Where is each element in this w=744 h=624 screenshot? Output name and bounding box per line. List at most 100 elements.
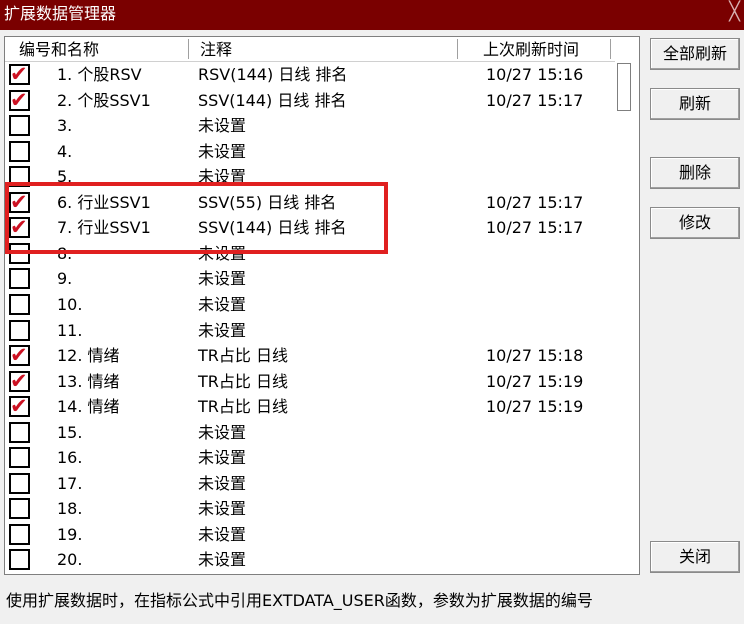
list-item[interactable]: ✔ 2. 个股SSV1 SSV(144) 日线 排名 10/27 15:17 — [5, 87, 615, 114]
list-item[interactable]: ✔ 14. 情绪 TR占比 日线 10/27 15:19 — [5, 394, 615, 420]
row-checkbox[interactable] — [9, 523, 30, 545]
status-hint-text: 使用扩展数据时，在指标公式中引用EXTDATA_USER函数，参数为扩展数据的编… — [6, 591, 593, 610]
row-name: 4. — [57, 141, 73, 161]
row-comment: RSV(144) 日线 排名 — [198, 65, 348, 84]
row-name: 6. 行业SSV1 — [57, 192, 151, 212]
list-item[interactable]: 4. 未设置 — [5, 140, 615, 165]
row-checkbox[interactable] — [9, 293, 30, 315]
list-item[interactable]: 19. 未设置 — [5, 523, 615, 548]
row-checkbox[interactable]: ✔ — [9, 87, 30, 112]
row-name: 10. — [57, 294, 83, 314]
delete-button[interactable]: 删除 — [650, 157, 740, 189]
row-comment: 未设置 — [198, 141, 247, 161]
column-header-name[interactable]: 编号和名称 — [19, 37, 99, 61]
list-item[interactable]: 16. 未设置 — [5, 446, 615, 471]
row-comment: 未设置 — [198, 243, 247, 263]
list-item[interactable]: 5. 未设置 — [5, 165, 615, 190]
refresh-all-button[interactable]: 全部刷新 — [650, 38, 740, 70]
row-comment: 未设置 — [198, 269, 247, 289]
list-item[interactable]: ✔ 6. 行业SSV1 SSV(55) 日线 排名 10/27 15:17 — [5, 189, 615, 216]
row-name: 19. — [57, 524, 83, 544]
column-header-comment[interactable]: 注释 — [200, 37, 232, 61]
row-checkbox[interactable]: ✔ — [9, 215, 30, 240]
list-header: 编号和名称 注释 上次刷新时间 — [5, 37, 615, 61]
row-checkbox[interactable]: ✔ — [9, 394, 30, 418]
row-comment: 未设置 — [198, 448, 247, 468]
row-name: 18. — [57, 499, 83, 519]
row-refresh-time: 10/27 15:17 — [486, 192, 584, 212]
list-item[interactable]: 18. 未设置 — [5, 497, 615, 522]
row-refresh-time: 10/27 15:18 — [486, 346, 584, 366]
row-comment: 未设置 — [198, 499, 247, 519]
row-name: 7. 行业SSV1 — [57, 218, 151, 238]
list-item[interactable]: 20. 未设置 — [5, 548, 615, 573]
close-button[interactable]: 关闭 — [650, 541, 740, 573]
row-comment: 未设置 — [198, 320, 247, 340]
list-item[interactable]: ✔ 13. 情绪 TR占比 日线 10/27 15:19 — [5, 368, 615, 395]
list-item[interactable]: 3. 未设置 — [5, 114, 615, 139]
checkmark-icon: ✔ — [10, 189, 28, 214]
row-checkbox[interactable]: ✔ — [9, 343, 30, 368]
list-item[interactable]: 9. 未设置 — [5, 267, 615, 292]
close-icon[interactable]: ╳ — [729, 1, 740, 23]
column-divider[interactable] — [610, 39, 611, 59]
vertical-scrollbar[interactable] — [617, 63, 631, 113]
row-name: 16. — [57, 448, 83, 468]
row-checkbox[interactable] — [9, 549, 30, 571]
row-comment: SSV(144) 日线 排名 — [198, 218, 347, 238]
list-item[interactable]: 10. 未设置 — [5, 293, 615, 318]
list-item[interactable]: ✔ 7. 行业SSV1 SSV(144) 日线 排名 10/27 15:17 — [5, 215, 615, 241]
row-checkbox[interactable] — [9, 268, 30, 290]
row-comment: TR占比 日线 — [198, 397, 288, 417]
row-checkbox[interactable] — [9, 421, 30, 443]
refresh-button[interactable]: 刷新 — [650, 88, 740, 120]
row-name: 15. — [57, 422, 83, 442]
row-checkbox[interactable] — [9, 447, 30, 469]
scrollbar-thumb[interactable] — [617, 63, 631, 111]
checkmark-icon: ✔ — [10, 87, 28, 112]
row-checkbox[interactable]: ✔ — [9, 368, 30, 393]
row-checkbox[interactable] — [9, 140, 30, 162]
row-refresh-time: 10/27 15:16 — [486, 65, 584, 84]
list-item[interactable]: 11. 未设置 — [5, 319, 615, 344]
checkmark-icon: ✔ — [10, 368, 28, 393]
checkmark-icon: ✔ — [10, 343, 28, 368]
row-refresh-time: 10/27 15:19 — [486, 371, 584, 391]
column-divider[interactable] — [188, 39, 189, 59]
data-list[interactable]: 编号和名称 注释 上次刷新时间 ✔ 1. 个股RSV RSV(144) 日线 排名 1… — [4, 36, 640, 575]
row-checkbox[interactable] — [9, 472, 30, 494]
row-comment: 未设置 — [198, 524, 247, 544]
title-bar[interactable]: 扩展数据管理器 ╳ — [0, 0, 744, 30]
row-comment: 未设置 — [198, 550, 247, 570]
column-header-time[interactable]: 上次刷新时间 — [483, 37, 579, 61]
modify-button[interactable]: 修改 — [650, 207, 740, 239]
column-divider[interactable] — [457, 39, 458, 59]
row-name: 9. — [57, 269, 73, 289]
row-comment: SSV(144) 日线 排名 — [198, 90, 347, 110]
row-name: 5. — [57, 167, 73, 187]
list-item[interactable]: 8. 未设置 — [5, 242, 615, 267]
list-item[interactable]: 17. 未设置 — [5, 472, 615, 497]
list-item[interactable]: ✔ 12. 情绪 TR占比 日线 10/27 15:18 — [5, 343, 615, 369]
row-name: 20. — [57, 550, 83, 570]
row-checkbox[interactable] — [9, 166, 30, 188]
row-checkbox[interactable] — [9, 498, 30, 520]
extended-data-manager-window: 扩展数据管理器 ╳ 编号和名称 注释 上次刷新时间 ✔ 1. 个股RSV RSV(1… — [0, 0, 744, 624]
row-checkbox[interactable] — [9, 115, 30, 137]
row-name: 11. — [57, 320, 83, 340]
checkmark-icon: ✔ — [10, 215, 28, 240]
row-name: 12. 情绪 — [57, 346, 120, 366]
row-comment: TR占比 日线 — [198, 371, 288, 391]
row-refresh-time: 10/27 15:17 — [486, 218, 584, 238]
row-checkbox[interactable] — [9, 319, 30, 341]
row-checkbox[interactable]: ✔ — [9, 62, 30, 86]
row-name: 13. 情绪 — [57, 371, 120, 391]
row-name: 8. — [57, 243, 73, 263]
list-item[interactable]: 15. 未设置 — [5, 421, 615, 446]
window-title: 扩展数据管理器 — [4, 4, 117, 23]
list-item[interactable]: ✔ 1. 个股RSV RSV(144) 日线 排名 10/27 15:16 — [5, 62, 615, 88]
row-comment: 未设置 — [198, 294, 247, 314]
row-comment: 未设置 — [198, 116, 247, 136]
row-checkbox[interactable]: ✔ — [9, 189, 30, 214]
row-checkbox[interactable] — [9, 242, 30, 264]
